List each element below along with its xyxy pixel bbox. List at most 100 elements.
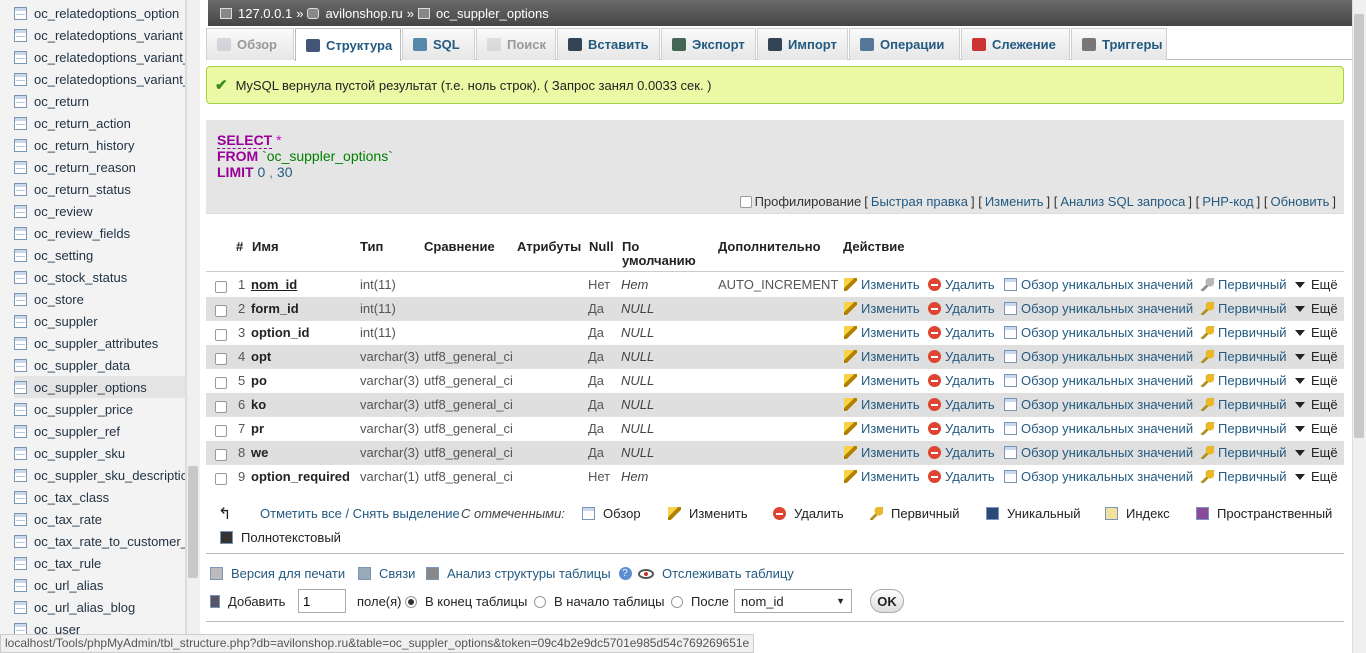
tab-search[interactable]: Поиск — [476, 28, 556, 60]
tab-eye[interactable]: Слежение — [961, 28, 1070, 60]
row-primary-button[interactable]: Первичный — [1201, 469, 1287, 484]
row-browse-distinct-button[interactable]: Обзор уникальных значений — [1004, 421, 1193, 436]
sidebar-item-oc-return-status[interactable]: oc_return_status — [14, 178, 185, 200]
sidebar-item-oc-setting[interactable]: oc_setting — [14, 244, 185, 266]
sidebar-item-oc-relatedoptions-variant[interactable]: oc_relatedoptions_variant — [14, 24, 185, 46]
row-edit-button[interactable]: Изменить — [844, 325, 920, 340]
row-more-menu[interactable]: Ещё — [1295, 421, 1338, 436]
sidebar-item-oc-tax-rate-to-customer-[interactable]: oc_tax_rate_to_customer_ — [14, 530, 185, 552]
bulk-browse-button[interactable]: Обзор — [582, 506, 641, 521]
row-primary-button[interactable]: Первичный — [1201, 349, 1287, 364]
sidebar-scrollbar-thumb[interactable] — [188, 466, 198, 578]
row-browse-distinct-button[interactable]: Обзор уникальных значений — [1004, 325, 1193, 340]
sidebar-item-oc-return-reason[interactable]: oc_return_reason — [14, 156, 185, 178]
row-delete-button[interactable]: Удалить — [928, 397, 995, 412]
row-delete-button[interactable]: Удалить — [928, 301, 995, 316]
at-end-radio[interactable] — [405, 595, 417, 608]
sidebar-item-oc-url-alias-blog[interactable]: oc_url_alias_blog — [14, 596, 185, 618]
row-checkbox[interactable] — [215, 376, 227, 389]
after-field-select[interactable]: nom_id ▼ — [734, 589, 852, 613]
sidebar-item-oc-suppler-price[interactable]: oc_suppler_price — [14, 398, 185, 420]
row-browse-distinct-button[interactable]: Обзор уникальных значений — [1004, 349, 1193, 364]
bulk-edit-button[interactable]: Изменить — [668, 506, 748, 521]
row-edit-button[interactable]: Изменить — [844, 301, 920, 316]
sidebar-item-oc-suppler-sku-descriptic[interactable]: oc_suppler_sku_descriptic — [14, 464, 185, 486]
sidebar-item-oc-review-fields[interactable]: oc_review_fields — [14, 222, 185, 244]
row-checkbox[interactable] — [215, 472, 227, 485]
row-primary-button[interactable]: Первичный — [1201, 301, 1287, 316]
row-browse-distinct-button[interactable]: Обзор уникальных значений — [1004, 445, 1193, 460]
sidebar-item-oc-tax-rate[interactable]: oc_tax_rate — [14, 508, 185, 530]
row-primary-button[interactable]: Первичный — [1201, 325, 1287, 340]
row-delete-button[interactable]: Удалить — [928, 277, 995, 292]
row-edit-button[interactable]: Изменить — [844, 277, 920, 292]
row-checkbox[interactable] — [215, 400, 227, 413]
bulk-index-button[interactable]: Индекс — [1105, 506, 1170, 521]
sidebar-item-oc-suppler-data[interactable]: oc_suppler_data — [14, 354, 185, 376]
track-table-link[interactable]: Отслеживать таблицу — [638, 566, 794, 581]
sidebar-item-oc-return-action[interactable]: oc_return_action — [14, 112, 185, 134]
row-delete-button[interactable]: Удалить — [928, 349, 995, 364]
after-option[interactable]: После — [671, 594, 729, 609]
row-edit-button[interactable]: Изменить — [844, 349, 920, 364]
row-browse-distinct-button[interactable]: Обзор уникальных значений — [1004, 469, 1193, 484]
breadcrumb-table[interactable]: oc_suppler_options — [436, 6, 549, 21]
row-browse-distinct-button[interactable]: Обзор уникальных значений — [1004, 301, 1193, 316]
propose-structure-link[interactable]: Анализ структуры таблицы? — [426, 566, 632, 581]
row-delete-button[interactable]: Удалить — [928, 421, 995, 436]
ok-button[interactable]: OK — [870, 589, 904, 613]
sidebar-item-oc-relatedoptions-variant-[interactable]: oc_relatedoptions_variant_ — [14, 46, 185, 68]
check-all-link[interactable]: Отметить все / Снять выделение — [260, 506, 460, 521]
sidebar-item-oc-suppler-attributes[interactable]: oc_suppler_attributes — [14, 332, 185, 354]
tab-triggers[interactable]: Триггеры — [1071, 28, 1167, 60]
at-begin-option[interactable]: В начало таблицы — [534, 594, 665, 609]
sql-keyword[interactable]: SELECT — [217, 132, 273, 149]
row-delete-button[interactable]: Удалить — [928, 325, 995, 340]
tab-export[interactable]: Экспорт — [661, 28, 756, 60]
sidebar-item-oc-relatedoptions-option[interactable]: oc_relatedoptions_option — [14, 2, 185, 24]
row-edit-button[interactable]: Изменить — [844, 397, 920, 412]
bulk-delete-button[interactable]: Удалить — [773, 506, 844, 521]
analyze-sql-link[interactable]: Анализ SQL запроса — [1060, 194, 1185, 209]
help-icon[interactable]: ? — [618, 567, 632, 580]
bulk-unique-button[interactable]: Уникальный — [986, 506, 1080, 521]
row-more-menu[interactable]: Ещё — [1295, 301, 1338, 316]
row-delete-button[interactable]: Удалить — [928, 469, 995, 484]
tab-import[interactable]: Импорт — [757, 28, 848, 60]
at-end-option[interactable]: В конец таблицы — [405, 594, 527, 609]
row-browse-distinct-button[interactable]: Обзор уникальных значений — [1004, 373, 1193, 388]
edit-query-link[interactable]: Изменить — [985, 194, 1044, 209]
tab-wrench[interactable]: Операции — [849, 28, 960, 60]
sidebar-item-oc-url-alias[interactable]: oc_url_alias — [14, 574, 185, 596]
row-more-menu[interactable]: Ещё — [1295, 373, 1338, 388]
sidebar-item-oc-suppler-ref[interactable]: oc_suppler_ref — [14, 420, 185, 442]
row-checkbox[interactable] — [215, 352, 227, 365]
row-more-menu[interactable]: Ещё — [1295, 277, 1338, 292]
row-primary-button[interactable]: Первичный — [1201, 421, 1287, 436]
row-delete-button[interactable]: Удалить — [928, 373, 995, 388]
row-primary-button[interactable]: Первичный — [1201, 277, 1287, 292]
at-begin-radio[interactable] — [534, 595, 546, 608]
sidebar-item-oc-tax-class[interactable]: oc_tax_class — [14, 486, 185, 508]
row-checkbox[interactable] — [215, 424, 227, 437]
sidebar-item-oc-review[interactable]: oc_review — [14, 200, 185, 222]
row-more-menu[interactable]: Ещё — [1295, 325, 1338, 340]
page-scrollbar-thumb[interactable] — [1354, 14, 1364, 438]
tab-structure[interactable]: Структура — [295, 28, 401, 61]
row-checkbox[interactable] — [215, 304, 227, 317]
row-more-menu[interactable]: Ещё — [1295, 445, 1338, 460]
row-edit-button[interactable]: Изменить — [844, 469, 920, 484]
sidebar-item-oc-suppler-sku[interactable]: oc_suppler_sku — [14, 442, 185, 464]
php-code-link[interactable]: PHP-код — [1202, 194, 1253, 209]
row-more-menu[interactable]: Ещё — [1295, 469, 1338, 484]
after-radio[interactable] — [671, 595, 683, 608]
row-primary-button[interactable]: Первичный — [1201, 397, 1287, 412]
row-checkbox[interactable] — [215, 448, 227, 461]
refresh-link[interactable]: Обновить — [1271, 194, 1330, 209]
row-edit-button[interactable]: Изменить — [844, 373, 920, 388]
bulk-spatial-button[interactable]: Пространственный — [1196, 506, 1332, 521]
row-browse-distinct-button[interactable]: Обзор уникальных значений — [1004, 277, 1193, 292]
row-more-menu[interactable]: Ещё — [1295, 397, 1338, 412]
quick-edit-link[interactable]: Быстрая правка — [871, 194, 968, 209]
row-primary-button[interactable]: Первичный — [1201, 373, 1287, 388]
